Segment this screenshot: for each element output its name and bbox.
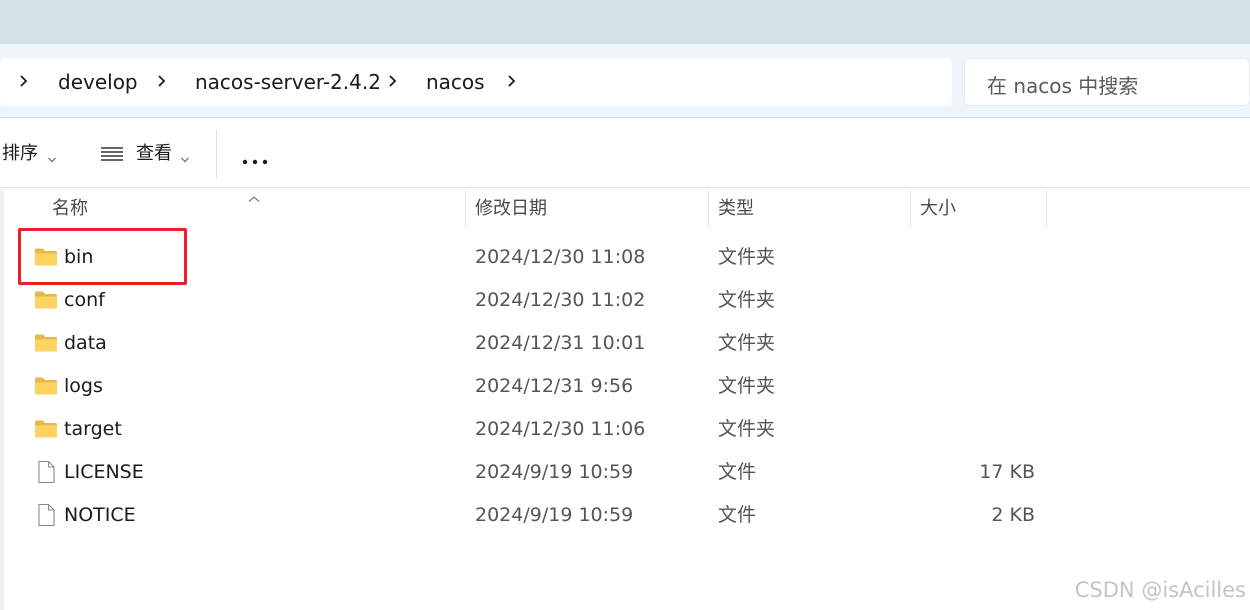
chevron-down-icon[interactable]	[180, 149, 190, 163]
file-type: 文件夹	[718, 375, 776, 397]
file-name: target	[64, 418, 122, 440]
file-type: 文件	[718, 504, 757, 526]
file-type: 文件	[718, 461, 757, 483]
column-divider[interactable]	[708, 190, 709, 228]
folder-icon	[34, 331, 58, 355]
file-name: conf	[64, 289, 105, 311]
file-type: 文件夹	[718, 289, 776, 311]
folder-icon	[34, 417, 58, 441]
highlight-annotation-box	[18, 228, 187, 285]
file-row-notice[interactable]: NOTICE 2024/9/19 10:59 文件 2 KB	[20, 495, 1050, 535]
watermark: CSDN @isAcilles	[1074, 578, 1246, 602]
chevron-right-icon[interactable]	[16, 69, 32, 93]
folder-icon	[34, 288, 58, 312]
file-name: NOTICE	[64, 504, 136, 526]
column-divider[interactable]	[910, 190, 911, 228]
chevron-right-icon[interactable]	[504, 69, 520, 93]
column-header-type[interactable]: 类型	[718, 198, 754, 220]
column-header-name[interactable]: 名称	[52, 198, 88, 220]
file-name: logs	[64, 375, 103, 397]
file-icon	[34, 503, 58, 527]
search-placeholder: 在 nacos 中搜索	[987, 74, 1139, 98]
file-row-data[interactable]: data 2024/12/31 10:01 文件夹	[20, 323, 1050, 363]
sort-ascending-icon	[247, 188, 261, 202]
command-bar: 排序 查看	[0, 118, 1250, 188]
file-size: 2 KB	[991, 504, 1035, 526]
breadcrumb[interactable]: develop nacos-server-2.4.2 nacos	[0, 58, 952, 106]
file-icon	[34, 460, 58, 484]
folder-icon	[34, 374, 58, 398]
file-type: 文件夹	[718, 246, 776, 268]
file-type: 文件夹	[718, 418, 776, 440]
search-input[interactable]: 在 nacos 中搜索	[964, 58, 1250, 106]
file-date: 2024/12/30 11:06	[475, 418, 646, 440]
column-header-modified[interactable]: 修改日期	[475, 198, 547, 220]
list-view-icon[interactable]	[100, 146, 124, 162]
breadcrumb-item-nacos[interactable]: nacos	[426, 70, 485, 94]
file-type: 文件夹	[718, 332, 776, 354]
sort-button[interactable]: 排序	[2, 143, 38, 165]
file-row-logs[interactable]: logs 2024/12/31 9:56 文件夹	[20, 366, 1050, 406]
file-row-target[interactable]: target 2024/12/30 11:06 文件夹	[20, 409, 1050, 449]
file-name: LICENSE	[64, 461, 144, 483]
more-icon[interactable]	[241, 151, 269, 165]
column-divider[interactable]	[465, 190, 466, 228]
file-date: 2024/12/30 11:02	[475, 289, 646, 311]
toolbar-divider	[216, 130, 217, 178]
breadcrumb-item-nacos-server[interactable]: nacos-server-2.4.2	[195, 70, 381, 94]
file-size: 17 KB	[979, 461, 1035, 483]
navigation-pane-edge	[0, 189, 4, 610]
file-row-conf[interactable]: conf 2024/12/30 11:02 文件夹	[20, 280, 1050, 320]
chevron-right-icon[interactable]	[385, 69, 401, 93]
file-date: 2024/9/19 10:59	[475, 504, 634, 526]
address-bar-row: develop nacos-server-2.4.2 nacos 在 nacos…	[0, 44, 1250, 118]
column-divider[interactable]	[1046, 190, 1047, 228]
column-header-size[interactable]: 大小	[920, 198, 956, 220]
file-date: 2024/9/19 10:59	[475, 461, 634, 483]
window-titlebar	[0, 0, 1250, 44]
file-date: 2024/12/31 10:01	[475, 332, 646, 354]
view-button[interactable]: 查看	[136, 143, 172, 165]
chevron-right-icon[interactable]	[154, 69, 170, 93]
file-date: 2024/12/31 9:56	[475, 375, 634, 397]
chevron-down-icon[interactable]	[47, 149, 57, 163]
breadcrumb-item-develop[interactable]: develop	[58, 70, 138, 94]
file-row-license[interactable]: LICENSE 2024/9/19 10:59 文件 17 KB	[20, 452, 1050, 492]
file-name: data	[64, 332, 107, 354]
file-date: 2024/12/30 11:08	[475, 246, 646, 268]
